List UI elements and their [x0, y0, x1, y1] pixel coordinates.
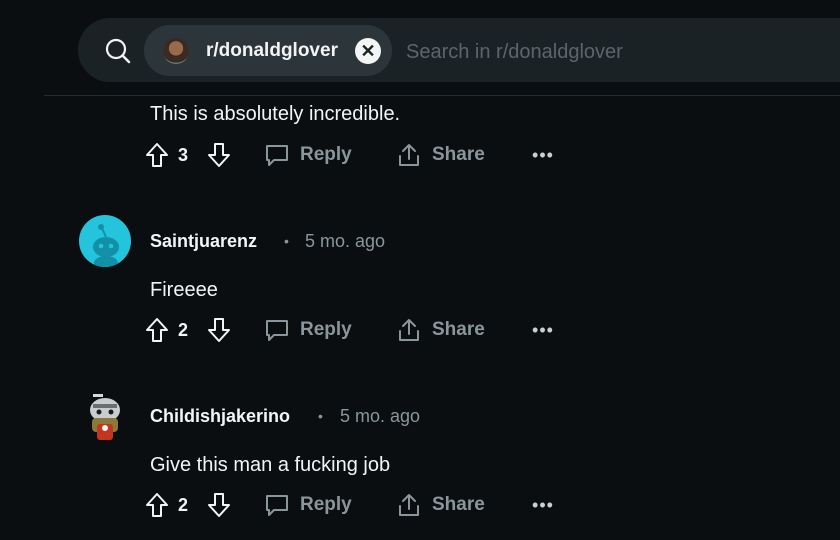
- reply-button[interactable]: Reply: [264, 487, 352, 523]
- comment-body: Fireeee: [150, 279, 218, 301]
- vote-count: 2: [178, 494, 189, 515]
- share-label: Share: [432, 319, 485, 340]
- comment-body: This is absolutely incredible.: [150, 103, 401, 125]
- comment-body: Give this man a fucking job: [150, 454, 391, 476]
- search-input[interactable]: [404, 36, 828, 68]
- comment-actions: 2 Reply Share •••: [140, 312, 580, 348]
- downvote-icon: [208, 493, 230, 517]
- upvote-icon: [146, 493, 168, 517]
- comment-timestamp[interactable]: 5 mo. ago: [305, 229, 385, 253]
- share-icon: [399, 494, 419, 516]
- share-icon: [399, 319, 419, 341]
- share-label: Share: [432, 144, 485, 165]
- avatar[interactable]: [79, 215, 131, 267]
- snoo-avatar-icon: [93, 224, 119, 267]
- close-icon[interactable]: ✕: [355, 38, 381, 64]
- downvote-button[interactable]: [204, 137, 234, 173]
- community-chip-label: r/donaldglover: [206, 40, 338, 61]
- vote-count: 3: [178, 144, 189, 165]
- share-button[interactable]: Share: [396, 137, 485, 173]
- share-label: Share: [432, 494, 485, 515]
- reply-label: Reply: [300, 144, 352, 165]
- separator-dot: •: [318, 408, 323, 424]
- more-icon[interactable]: •••: [530, 487, 556, 523]
- comment-bubble-icon: [266, 145, 288, 166]
- header-divider: [44, 95, 840, 96]
- comment-bubble-icon: [266, 495, 288, 516]
- comment-author[interactable]: Saintjuarenz: [150, 229, 257, 253]
- reply-label: Reply: [300, 494, 352, 515]
- reply-label: Reply: [300, 319, 352, 340]
- downvote-icon: [208, 318, 230, 342]
- community-avatar: [163, 38, 189, 64]
- comment-bubble-icon: [266, 320, 288, 341]
- vote-count: 2: [178, 319, 189, 340]
- upvote-icon: [146, 318, 168, 342]
- comment-actions: 3 Reply Share •••: [140, 137, 580, 173]
- more-icon[interactable]: •••: [530, 312, 556, 348]
- custom-avatar-icon: [90, 394, 120, 440]
- comment-actions: 2 Reply Share •••: [140, 487, 580, 523]
- comment-author[interactable]: Childishjakerino: [150, 404, 290, 428]
- reply-button[interactable]: Reply: [264, 312, 352, 348]
- avatar[interactable]: [79, 390, 131, 442]
- downvote-button[interactable]: [204, 312, 234, 348]
- share-button[interactable]: Share: [396, 487, 485, 523]
- share-icon: [399, 144, 419, 166]
- share-button[interactable]: Share: [396, 312, 485, 348]
- separator-dot: •: [284, 233, 289, 249]
- upvote-button[interactable]: [142, 487, 172, 523]
- upvote-icon: [146, 143, 168, 167]
- downvote-button[interactable]: [204, 487, 234, 523]
- reply-button[interactable]: Reply: [264, 137, 352, 173]
- downvote-icon: [208, 143, 230, 167]
- upvote-button[interactable]: [142, 312, 172, 348]
- upvote-button[interactable]: [142, 137, 172, 173]
- search-icon[interactable]: [104, 37, 132, 65]
- more-icon[interactable]: •••: [530, 137, 556, 173]
- comment-timestamp[interactable]: 5 mo. ago: [340, 404, 420, 428]
